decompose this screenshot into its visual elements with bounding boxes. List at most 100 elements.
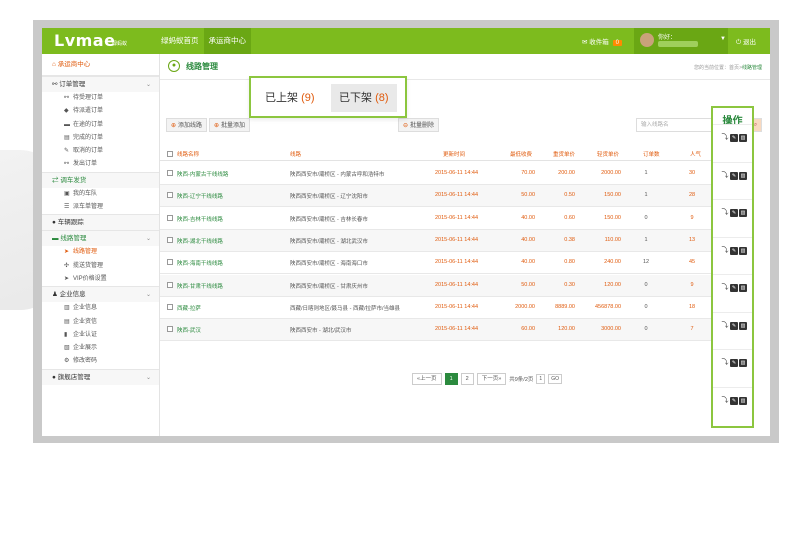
cell-route-name[interactable]: 陕西-甘肃干线线路 (177, 282, 223, 290)
sidebar-item-to-dispatch[interactable]: ◆ 待派遣订单 (42, 105, 159, 118)
cell-route-name[interactable]: 陕西-武汉 (177, 326, 201, 334)
inbox-link[interactable]: ✉ 收件箱 0 (582, 36, 622, 46)
sidebar-item-dispatch-orders[interactable]: ☰ 派车单管理 (42, 201, 159, 214)
logout-link[interactable]: ⏻ 退出 (736, 36, 756, 47)
operations-row: ⤵ ✎ ▥ (713, 349, 752, 379)
edit-icon[interactable]: ✎ (730, 321, 738, 330)
op-icons: ⤵ ✎ ▥ (721, 171, 747, 180)
trash-icon[interactable]: ▥ (739, 171, 747, 180)
user-menu[interactable]: 你好： ▼ (634, 28, 728, 54)
select-all-checkbox[interactable] (167, 151, 173, 157)
sidebar-item-label: 派车单管理 (73, 204, 104, 211)
trash-icon[interactable]: ▥ (739, 359, 747, 367)
sidebar-item-sent[interactable]: ⚯ 发出订单 (42, 158, 159, 171)
cell-route-name[interactable]: 陕西-辽宁干线线路 (177, 192, 223, 200)
sidebar-group-dispatch[interactable]: ⇄ 调车发货 (42, 171, 159, 188)
cell-route-name[interactable]: 陕西-内蒙古干线线路 (177, 170, 228, 178)
edit-icon[interactable]: ✎ (730, 209, 738, 217)
move-down-icon[interactable]: ⤵ (721, 397, 729, 405)
batch-delete-button[interactable]: ⊖ 批量删除 (398, 118, 440, 132)
move-down-icon[interactable]: ⤵ (721, 247, 729, 255)
tab-on-shelf[interactable]: 已上架 (9) (257, 84, 323, 112)
greeting: 你好： (658, 35, 677, 41)
cell-route-name[interactable]: 陕西-海南干线线路 (177, 259, 223, 267)
row-checkbox[interactable] (167, 303, 173, 310)
table-row: 陕西-辽宁干线线路 陕西西安市/灞桥区 - 辽宁沈阳市 2015-06-11 14:… (160, 185, 748, 208)
sidebar-home[interactable]: ⌂ 承运商中心 (42, 54, 159, 76)
nav-carrier-center[interactable]: 承运商中心 (203, 28, 251, 54)
page-2-button[interactable]: 2 (460, 372, 474, 385)
row-checkbox[interactable] (167, 259, 173, 266)
breadcrumb-current[interactable]: 线路管理 (742, 65, 762, 71)
move-down-icon[interactable]: ⤵ (721, 284, 729, 292)
tab-off-shelf[interactable]: 已下架 (8) (331, 84, 397, 112)
move-down-icon[interactable]: ⤵ (721, 172, 729, 180)
sidebar-item-pickup-delivery[interactable]: ✣ 揽送货管理 (42, 260, 159, 273)
trash-icon[interactable]: ▥ (739, 396, 747, 405)
edit-icon[interactable]: ✎ (730, 284, 738, 292)
cell-route-name[interactable]: 西藏-拉萨 (177, 304, 201, 312)
sidebar-item-vip-price[interactable]: ➤ VIP价格设置 (42, 273, 159, 286)
sidebar-group-orders[interactable]: ⚯ 订单管理 ⌄ (42, 76, 159, 92)
sidebar-item-fleet[interactable]: ▣ 我的车队 (42, 188, 159, 201)
move-down-icon[interactable]: ⤵ (721, 322, 729, 330)
logo[interactable]: Lvmae (54, 31, 115, 50)
add-route-button[interactable]: ⊕ 添加线路 (166, 118, 208, 132)
trash-icon[interactable]: ▥ (739, 321, 747, 330)
edit-icon[interactable]: ✎ (730, 171, 738, 180)
cell-orders: 1 (644, 236, 648, 243)
sidebar-group-label: 订单管理 (59, 81, 86, 88)
sidebar-item-label: 企业认证 (73, 331, 98, 338)
sidebar-item-in-transit[interactable]: ▬ 在途的订单 (42, 119, 159, 132)
trash-icon[interactable]: ▥ (739, 134, 747, 142)
next-page-button[interactable]: 下一页» (476, 372, 507, 385)
edit-icon[interactable]: ✎ (730, 246, 738, 255)
prev-page-button[interactable]: «上一页 (412, 372, 442, 385)
row-checkbox[interactable] (167, 236, 173, 243)
row-checkbox[interactable] (167, 214, 173, 221)
cell-min-charge: 50.00 (521, 192, 535, 199)
sidebar-item-cancelled[interactable]: ✎ 取消的订单 (42, 145, 159, 158)
sidebar-item-completed[interactable]: ▤ 完成的订单 (42, 132, 159, 145)
batch-add-button[interactable]: ⊕ 批量添加 (209, 118, 251, 132)
move-down-icon[interactable]: ⤵ (721, 209, 729, 217)
page-1-button[interactable]: 1 (444, 372, 458, 385)
row-checkbox[interactable] (167, 192, 173, 199)
chevron-down-icon: ⌄ (145, 374, 151, 381)
cell-route-name[interactable]: 陕西-吉林干线线路 (177, 215, 223, 223)
sidebar-item-showcase[interactable]: ▧ 企业展示 (42, 342, 159, 355)
row-checkbox[interactable] (167, 326, 173, 333)
sidebar-group-flagship[interactable]: ● 旗舰店管理 ⌄ (42, 368, 159, 385)
sidebar-group-routes[interactable]: ▬ 线路管理 ⌄ (42, 230, 159, 247)
edit-icon[interactable]: ✎ (730, 359, 738, 367)
sidebar-group-company[interactable]: ♟ 企业信息 ⌄ (42, 286, 159, 303)
edit-icon[interactable]: ✎ (730, 134, 738, 142)
sidebar-item-password[interactable]: ⚙ 修改密码 (42, 355, 159, 368)
move-down-icon[interactable]: ⤵ (721, 359, 729, 367)
nav-home[interactable]: 绿蚂蚁首页 (156, 28, 204, 54)
trash-icon[interactable]: ▥ (739, 284, 747, 292)
cell-route-name[interactable]: 陕西-湖北干线线路 (177, 237, 223, 245)
sidebar-item-company-info[interactable]: ▥ 企业信息 (42, 302, 159, 315)
go-button[interactable]: GO (548, 373, 562, 384)
truck-icon: ▬ (64, 121, 70, 128)
sidebar-item-pending[interactable]: ⚯ 待受理订单 (42, 92, 159, 105)
tab-label: 已上架 (265, 92, 298, 104)
users-icon: ♟ (52, 291, 58, 299)
cell-light-price: 3000.00 (601, 326, 621, 333)
edit-icon[interactable]: ✎ (730, 396, 738, 405)
cart-icon: ⚯ (64, 95, 70, 101)
cell-route: 陕西西安市/灞桥区 - 内蒙古呼和浩特市 (290, 172, 385, 178)
sidebar-item-credit[interactable]: ▤ 企业资信 (42, 316, 159, 329)
cell-popularity: 45 (688, 259, 696, 266)
sidebar-group-tracking[interactable]: ● 车辆跟踪 (42, 214, 159, 231)
sidebar-item-route-management[interactable]: ➤ 线路管理 (42, 246, 159, 259)
move-down-icon[interactable]: ⤵ (721, 134, 729, 142)
row-checkbox[interactable] (167, 281, 173, 288)
page-jump-input[interactable]: 1 (536, 373, 546, 384)
row-checkbox[interactable] (167, 170, 173, 176)
op-icons: ⤵ ✎ ▥ (721, 359, 747, 367)
trash-icon[interactable]: ▥ (739, 209, 747, 217)
trash-icon[interactable]: ▥ (739, 246, 747, 255)
sidebar-item-certification[interactable]: ▮ 企业认证 (42, 329, 159, 342)
